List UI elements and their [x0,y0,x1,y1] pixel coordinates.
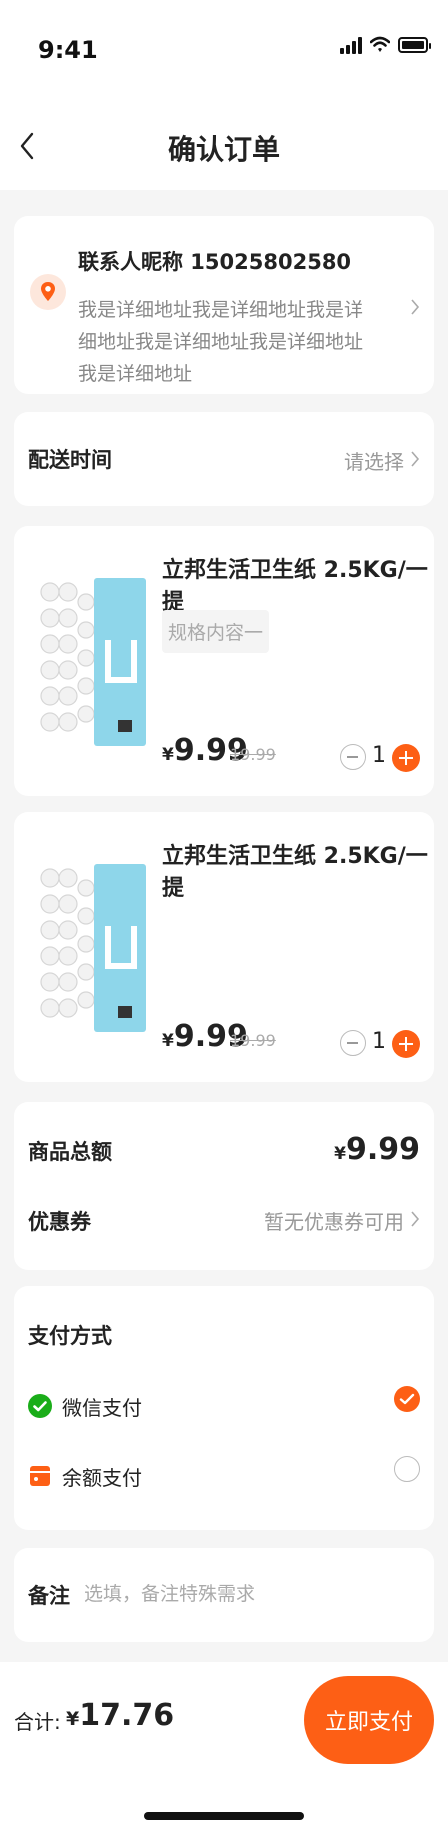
product-card: 立邦生活卫生纸 2.5KG/一提 规格内容一 ¥9.99 19.99 1 [14,526,434,796]
radio-unchecked-icon[interactable] [394,1456,420,1482]
remark-card: 备注 [14,1548,434,1642]
wallet-icon [30,1466,50,1486]
chevron-right-icon [411,451,420,467]
quantity-plus-button[interactable] [392,1030,420,1058]
payment-option-label: 微信支付 [62,1396,142,1420]
product-original-price: 19.99 [230,1031,276,1050]
page-title: 确认订单 [167,133,280,166]
address-card[interactable]: 联系人昵称 15025802580 我是详细地址我是详细地址我是详细地址我是详细… [14,216,434,394]
quantity-value: 1 [372,743,386,768]
product-image [40,578,146,746]
goods-total-label: 商品总额 [28,1140,112,1164]
status-icons [340,36,431,54]
remark-label: 备注 [28,1584,70,1608]
payment-method-card: 支付方式 微信支付 余额支付 [14,1286,434,1530]
product-image [40,864,146,1032]
product-title: 立邦生活卫生纸 2.5KG/一提 [162,844,428,901]
delivery-time-value: 请选择 [344,450,404,474]
product-title: 立邦生活卫生纸 2.5KG/一提 [162,558,428,615]
coupon-value[interactable]: 暂无优惠券可用 [264,1206,404,1235]
product-card: 立邦生活卫生纸 2.5KG/一提 ¥9.99 19.99 1 [14,812,434,1082]
quantity-plus-button[interactable] [392,744,420,772]
status-bar: 9:41 [0,0,448,100]
status-time: 9:41 [38,36,98,64]
quantity-value: 1 [372,1029,386,1054]
chevron-right-icon [411,299,420,315]
payment-option-label: 余额支付 [62,1466,142,1490]
contact-name-phone: 联系人昵称 15025802580 [78,250,352,274]
remark-input[interactable] [84,1574,404,1614]
order-summary-card: 商品总额 ¥9.99 优惠券 暂无优惠券可用 [14,1102,434,1270]
pay-now-button[interactable]: 立即支付 [304,1676,434,1764]
delivery-time-row[interactable]: 配送时间 请选择 [14,412,434,506]
payment-option-balance[interactable]: 余额支付 [28,1456,420,1500]
goods-total-value: ¥9.99 [334,1132,420,1167]
total-price: ¥17.76 [66,1698,175,1733]
signal-icon [340,36,362,54]
payment-option-wechat[interactable]: 微信支付 [28,1386,420,1430]
wechat-pay-icon [28,1394,52,1418]
quantity-minus-button[interactable] [340,1030,366,1056]
coupon-label: 优惠券 [28,1210,91,1234]
product-original-price: 19.99 [230,745,276,764]
battery-icon [398,37,431,53]
product-spec: 规格内容一 [162,610,270,653]
payment-method-title: 支付方式 [28,1324,112,1348]
chevron-right-icon [411,1211,420,1227]
total-label: 合计: [14,1710,61,1734]
radio-checked-icon[interactable] [394,1386,420,1412]
location-icon [30,274,66,310]
quantity-minus-button[interactable] [340,744,366,770]
address-detail: 我是详细地址我是详细地址我是详细地址我是详细地址我是详细地址我是详细地址 [78,299,364,385]
wifi-icon [370,36,390,52]
home-indicator [144,1812,304,1820]
delivery-time-label: 配送时间 [28,448,112,472]
